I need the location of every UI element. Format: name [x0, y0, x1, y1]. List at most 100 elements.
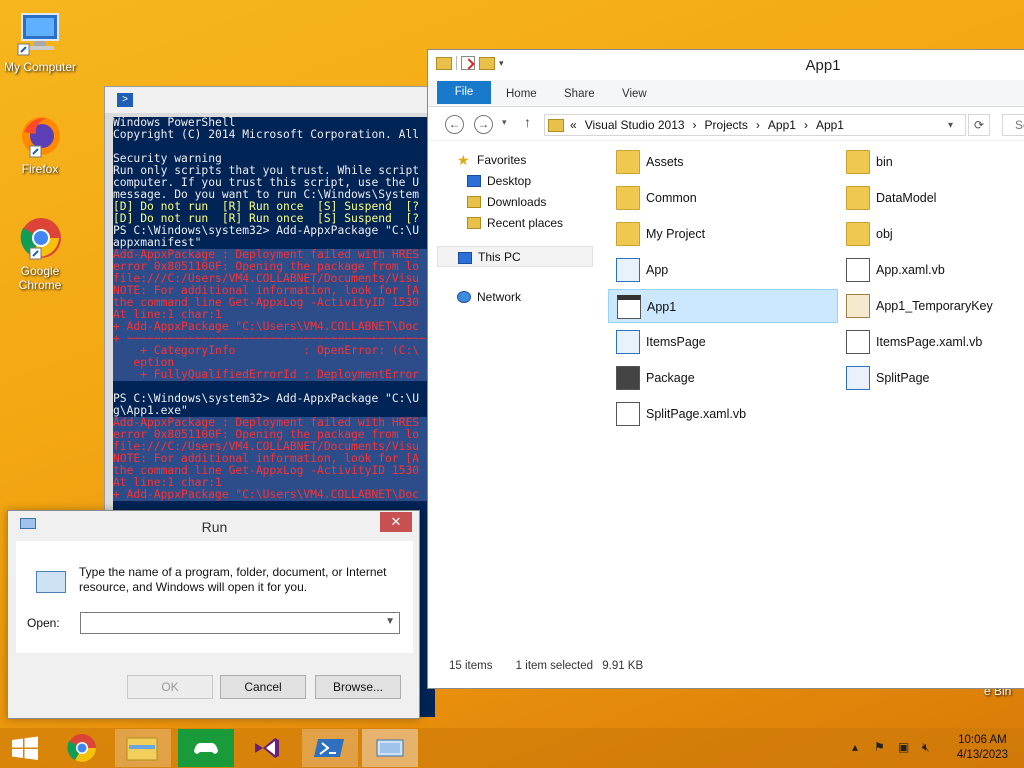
- close-button[interactable]: ✕: [380, 512, 412, 532]
- volume-muted-icon[interactable]: 🔇︎: [922, 740, 930, 755]
- taskbar-run[interactable]: [362, 729, 418, 767]
- vb-file-icon: [846, 258, 870, 282]
- powershell-icon: [314, 739, 344, 757]
- open-label: Open:: [27, 616, 60, 630]
- visual-studio-icon: [255, 738, 279, 758]
- file-item[interactable]: obj: [838, 217, 1024, 251]
- star-icon: ★: [457, 152, 470, 168]
- nav-item-favorites[interactable]: ★ Favorites: [437, 150, 607, 171]
- run-titlebar[interactable]: Run ✕: [8, 511, 419, 539]
- file-item[interactable]: DataModel: [838, 181, 1024, 215]
- browse-button[interactable]: Browse...: [315, 675, 401, 699]
- file-item[interactable]: App.xaml.vb: [838, 253, 1024, 287]
- chevron-up-icon[interactable]: ▴: [852, 740, 858, 754]
- file-item[interactable]: Common: [608, 181, 838, 215]
- run-dialog[interactable]: Run ✕ Type the name of a program, folder…: [7, 510, 420, 719]
- downloads-icon: [467, 196, 481, 208]
- file-name: ItemsPage: [646, 335, 706, 349]
- file-item[interactable]: SplitPage.xaml.vb: [608, 397, 838, 431]
- back-button[interactable]: ←: [445, 115, 464, 134]
- nav-item-downloads[interactable]: Downloads: [437, 192, 607, 213]
- breadcrumb-item[interactable]: App1: [816, 118, 844, 132]
- nav-item-recent-places[interactable]: Recent places: [437, 213, 607, 234]
- explorer-window[interactable]: ▾ App1 File Home Share View ← → ▾ ↑ « Vi…: [427, 49, 1024, 689]
- folder-icon: [846, 222, 870, 246]
- recent-locations-icon[interactable]: ▾: [502, 117, 507, 128]
- up-button[interactable]: ↑: [524, 114, 531, 130]
- file-item[interactable]: ItemsPage: [608, 325, 838, 359]
- breadcrumb-item[interactable]: App1: [768, 118, 796, 132]
- breadcrumb-item[interactable]: Visual Studio 2013: [585, 118, 685, 132]
- file-item[interactable]: App1: [608, 289, 838, 323]
- taskbar-visual-studio[interactable]: [238, 729, 294, 767]
- nav-item-label: Recent places: [487, 216, 564, 230]
- open-input[interactable]: ▼: [80, 612, 400, 634]
- vb-file-icon: [846, 330, 870, 354]
- file-name: App1: [647, 300, 677, 314]
- taskbar-games[interactable]: [178, 729, 234, 767]
- explorer-titlebar[interactable]: ▾ App1: [428, 50, 1024, 80]
- desktop-icon-my-computer[interactable]: My Computer: [0, 10, 80, 74]
- firefox-icon: [16, 112, 64, 160]
- chevron-down-icon[interactable]: ▼: [385, 616, 395, 627]
- file-item[interactable]: SplitPage: [838, 361, 1024, 395]
- desktop-icon-google-chrome[interactable]: Google Chrome: [0, 214, 80, 292]
- folder-icon: [548, 118, 564, 132]
- console-line: + Add-AppxPackage "C:\Users\VM4.COLLABNE…: [113, 489, 435, 501]
- search-input[interactable]: Se: [1002, 114, 1024, 136]
- tab-view[interactable]: View: [622, 84, 647, 107]
- folder-icon: [126, 737, 158, 761]
- refresh-button[interactable]: ⟳: [968, 114, 990, 136]
- address-prefix: «: [570, 118, 577, 132]
- file-item[interactable]: ItemsPage.xaml.vb: [838, 325, 1024, 359]
- desktop-icon-firefox[interactable]: Firefox: [0, 112, 80, 176]
- clock[interactable]: 10:06 AM 4/13/2023: [957, 733, 1008, 763]
- file-item[interactable]: App: [608, 253, 838, 287]
- nav-item-network[interactable]: Network: [437, 287, 607, 308]
- tab-share[interactable]: Share: [564, 84, 595, 107]
- address-bar[interactable]: « Visual Studio 2013 › Projects › App1 ›…: [544, 114, 966, 136]
- taskbar-chrome[interactable]: [56, 729, 112, 767]
- chevron-down-icon[interactable]: ▾: [948, 120, 953, 131]
- file-item[interactable]: Assets: [608, 145, 838, 179]
- run-body: Type the name of a program, folder, docu…: [16, 541, 413, 653]
- computer-icon: [16, 10, 64, 58]
- folder-icon: [616, 222, 640, 246]
- breadcrumb-separator-icon[interactable]: ›: [693, 118, 697, 132]
- file-item[interactable]: Package: [608, 361, 838, 395]
- file-item[interactable]: My Project: [608, 217, 838, 251]
- file-name: Common: [646, 191, 697, 205]
- breadcrumb-separator-icon[interactable]: ›: [756, 118, 760, 132]
- taskbar-powershell[interactable]: [302, 729, 358, 767]
- start-button[interactable]: [0, 729, 56, 767]
- tab-file[interactable]: File: [437, 81, 491, 104]
- cancel-button[interactable]: Cancel: [220, 675, 306, 699]
- ok-button[interactable]: OK: [127, 675, 213, 699]
- network-icon: [457, 291, 471, 303]
- taskbar: ▴ ⚑ ▣ 🔇︎ 10:06 AM 4/13/2023: [0, 728, 1024, 768]
- nav-item-this-pc[interactable]: This PC: [437, 246, 593, 267]
- status-selected: 1 item selected: [515, 660, 594, 672]
- breadcrumb-separator-icon[interactable]: ›: [804, 118, 808, 132]
- file-item[interactable]: App1_TemporaryKey: [838, 289, 1024, 323]
- flag-icon[interactable]: ⚑: [874, 740, 885, 754]
- nav-item-label: Downloads: [487, 195, 547, 209]
- folder-icon: [846, 186, 870, 210]
- desktop-icon: [467, 175, 481, 187]
- tab-home[interactable]: Home: [506, 84, 537, 107]
- manifest-file-icon: [616, 366, 640, 390]
- forward-button[interactable]: →: [474, 115, 493, 134]
- status-bar: 15 items 1 item selected 9.91 KB: [449, 660, 643, 672]
- nav-item-desktop[interactable]: Desktop: [437, 171, 607, 192]
- powershell-titlebar[interactable]: >: [105, 87, 433, 113]
- breadcrumb-item[interactable]: Projects: [705, 118, 748, 132]
- vb-project-icon: [617, 295, 641, 319]
- file-name: DataModel: [876, 191, 937, 205]
- chrome-icon: [67, 734, 96, 762]
- taskbar-file-explorer[interactable]: [115, 729, 171, 767]
- nav-item-label: This PC: [478, 250, 521, 264]
- file-name: SplitPage.xaml.vb: [646, 407, 747, 421]
- file-name: SplitPage: [876, 371, 930, 385]
- network-tray-icon[interactable]: ▣: [898, 740, 909, 754]
- file-item[interactable]: bin: [838, 145, 1024, 179]
